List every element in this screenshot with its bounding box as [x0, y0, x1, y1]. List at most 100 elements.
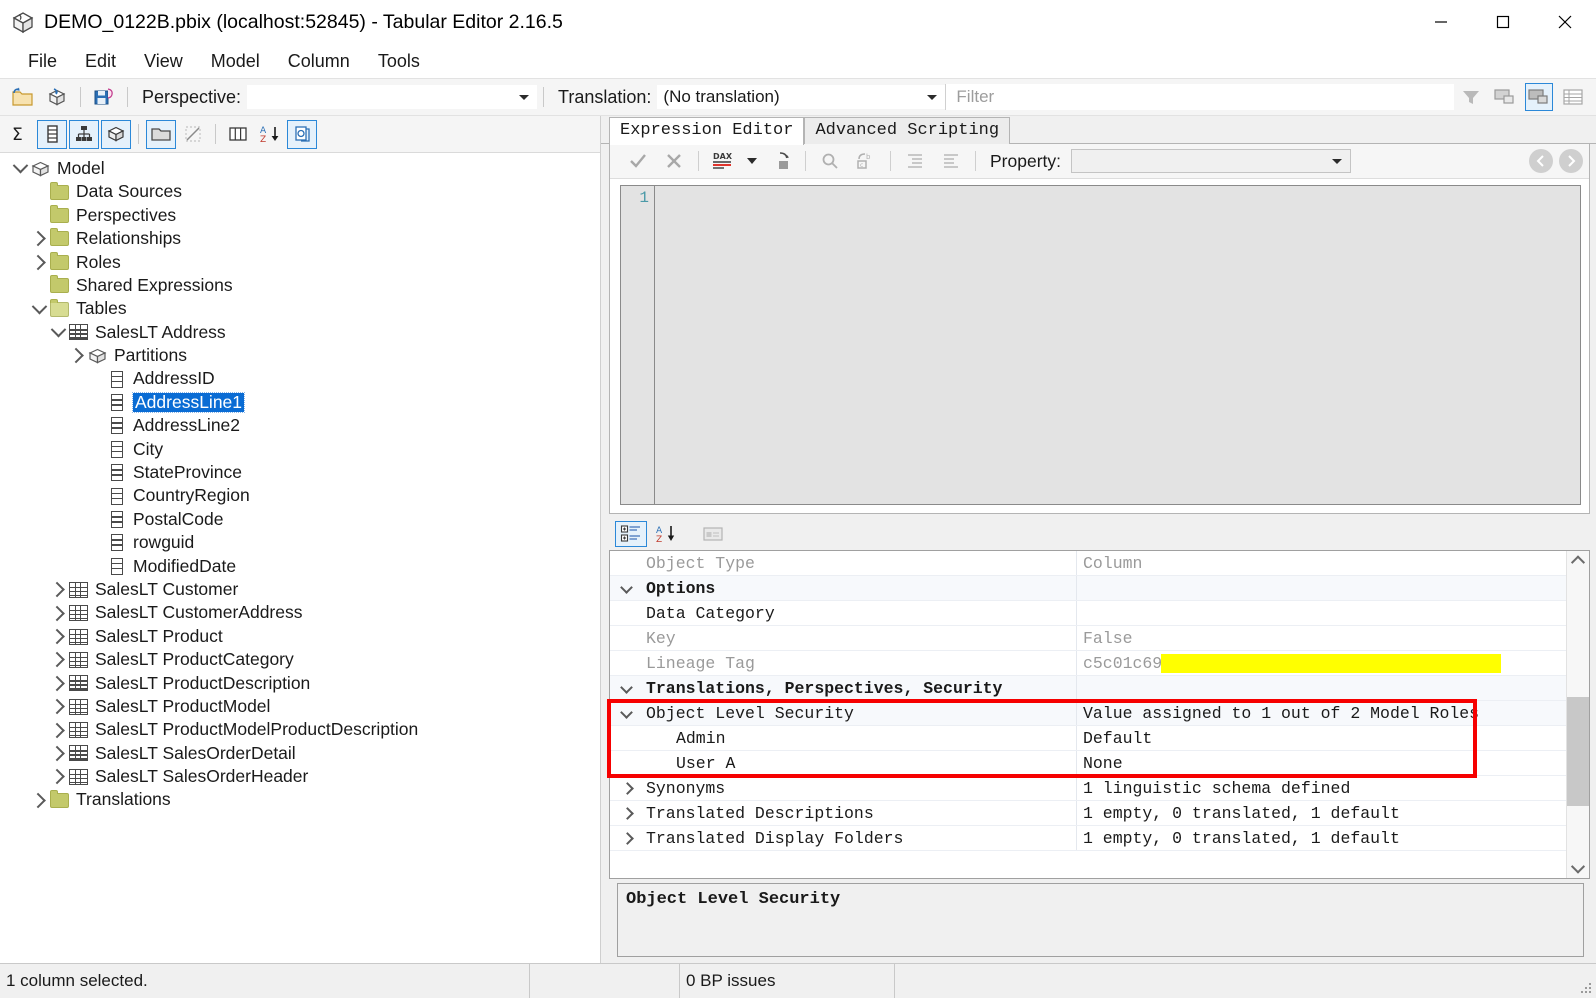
tab-advanced-scripting[interactable]: Advanced Scripting [804, 117, 1011, 144]
tree-node-stateprovince[interactable]: StateProvince [0, 461, 600, 484]
partitions-icon[interactable] [101, 119, 131, 149]
cancel-x-icon[interactable] [659, 148, 689, 174]
close-button[interactable] [1534, 0, 1596, 44]
chevron-right-icon[interactable] [48, 743, 68, 763]
code-text[interactable] [655, 186, 1580, 504]
maximize-button[interactable] [1472, 0, 1534, 44]
nav-forward-icon[interactable] [1559, 149, 1583, 173]
tree-node-saleslt-productcategory[interactable]: SalesLT ProductCategory [0, 648, 600, 671]
menu-file[interactable]: File [14, 48, 71, 75]
menu-edit[interactable]: Edit [71, 48, 130, 75]
property-value[interactable]: 1 linguistic schema defined [1077, 776, 1566, 800]
property-select[interactable] [1071, 149, 1351, 173]
chevron-right-icon[interactable] [48, 767, 68, 787]
chevron-right-icon[interactable] [48, 627, 68, 647]
hidden-objects-icon[interactable] [178, 120, 208, 149]
code-editor[interactable]: 1 [620, 185, 1581, 505]
show-display-folders-icon[interactable] [1525, 83, 1553, 111]
tree-node-translations[interactable]: Translations [0, 789, 600, 812]
chevron-right-icon[interactable] [29, 790, 49, 810]
tree-node-perspectives[interactable]: Perspectives [0, 204, 600, 227]
translation-select[interactable]: (No translation) [657, 85, 946, 109]
display-folders-icon[interactable] [146, 119, 176, 149]
paste-icon[interactable] [766, 148, 796, 174]
chevron-down-icon[interactable] [10, 158, 30, 179]
refresh-model-icon[interactable] [43, 83, 71, 111]
scroll-up-button[interactable] [1567, 551, 1589, 571]
nav-back-icon[interactable] [1529, 149, 1553, 173]
chevron-right-icon[interactable] [48, 720, 68, 740]
status-bp-issues[interactable]: 0 BP issues [680, 964, 895, 998]
menu-view[interactable]: View [130, 48, 197, 75]
property-value[interactable]: None [1077, 751, 1566, 775]
chevron-right-icon[interactable] [610, 826, 642, 850]
property-row[interactable]: Object Level Security Value assigned to 1… [610, 701, 1566, 726]
chevron-right-icon[interactable] [48, 580, 68, 600]
tree-node-modifieddate[interactable]: ModifiedDate [0, 555, 600, 578]
tree-node-city[interactable]: City [0, 438, 600, 461]
indent-increase-icon[interactable] [900, 148, 930, 174]
property-value[interactable]: Value assigned to 1 out of 2 Model Roles [1077, 701, 1566, 725]
tree-node-saleslt-address[interactable]: SalesLT Address [0, 321, 600, 344]
filter-funnel-icon[interactable] [1457, 83, 1485, 111]
property-value[interactable] [1077, 601, 1566, 625]
scroll-down-button[interactable] [1567, 858, 1589, 878]
chevron-down-icon[interactable] [29, 298, 49, 319]
property-value[interactable] [1077, 576, 1566, 600]
menu-model[interactable]: Model [197, 48, 274, 75]
sort-alpha-icon[interactable]: A Z [255, 120, 285, 149]
property-row[interactable]: Translated Descriptions 1 empty, 0 transl… [610, 801, 1566, 826]
property-row[interactable]: Synonyms 1 linguistic schema defined [610, 776, 1566, 801]
tree-node-saleslt-productdescription[interactable]: SalesLT ProductDescription [0, 672, 600, 695]
measures-icon[interactable]: Σ [5, 120, 35, 149]
property-row[interactable]: Translated Display Folders 1 empty, 0 tra… [610, 826, 1566, 851]
tree-node-saleslt-customeraddress[interactable]: SalesLT CustomerAddress [0, 601, 600, 624]
perspectives-icon[interactable] [287, 119, 317, 149]
tree-node-saleslt-product[interactable]: SalesLT Product [0, 625, 600, 648]
categorized-view-icon[interactable] [615, 521, 647, 547]
tree-node-data-sources[interactable]: Data Sources [0, 180, 600, 203]
indent-decrease-icon[interactable] [936, 148, 966, 174]
open-file-icon[interactable] [9, 83, 37, 111]
scrollbar-thumb[interactable] [1567, 697, 1589, 807]
dax-format-icon[interactable]: DAX [708, 148, 738, 174]
chevron-right-icon[interactable] [610, 801, 642, 825]
chevron-right-icon[interactable] [48, 697, 68, 717]
chevron-down-icon[interactable] [610, 576, 642, 600]
hierarchies-icon[interactable] [69, 119, 99, 149]
show-all-columns-icon[interactable] [1559, 83, 1587, 111]
tree-node-saleslt-customer[interactable]: SalesLT Customer [0, 578, 600, 601]
property-value[interactable]: 1 empty, 0 translated, 1 default [1077, 826, 1566, 850]
tree-node-roles[interactable]: Roles [0, 251, 600, 274]
property-row[interactable]: Key False [610, 626, 1566, 651]
property-row[interactable]: User A None [610, 751, 1566, 776]
menu-column[interactable]: Column [274, 48, 364, 75]
tree-node-addressline1[interactable]: AddressLine1 [0, 391, 600, 414]
chevron-down-icon[interactable] [48, 321, 68, 342]
property-row[interactable]: Translations, Perspectives, Security [610, 676, 1566, 701]
save-icon[interactable] [90, 83, 118, 111]
tree-node-partitions[interactable]: Partitions [0, 344, 600, 367]
tree-node-saleslt-productmodelproductdescription[interactable]: SalesLT ProductModelProductDescription [0, 718, 600, 741]
alphabetical-sort-icon[interactable]: A Z [651, 521, 683, 547]
chevron-down-icon[interactable] [610, 701, 642, 725]
find-icon[interactable] [815, 148, 845, 174]
tree-node-tables[interactable]: Tables [0, 297, 600, 320]
replace-icon[interactable]: b c [851, 148, 881, 174]
table-columns-icon[interactable] [223, 120, 253, 149]
chevron-right-icon[interactable] [29, 252, 49, 272]
tree-node-model[interactable]: Model [0, 157, 600, 180]
property-pages-icon[interactable] [697, 521, 729, 547]
property-row[interactable]: Admin Default [610, 726, 1566, 751]
tree-node-saleslt-salesorderdetail[interactable]: SalesLT SalesOrderDetail [0, 742, 600, 765]
tree-node-saleslt-productmodel[interactable]: SalesLT ProductModel [0, 695, 600, 718]
tab-expression-editor[interactable]: Expression Editor [609, 117, 805, 145]
accept-check-icon[interactable] [623, 148, 653, 174]
chevron-right-icon[interactable] [48, 603, 68, 623]
chevron-right-icon[interactable] [48, 673, 68, 693]
filter-input[interactable]: Filter [945, 84, 1454, 110]
property-value[interactable] [1077, 676, 1566, 700]
chevron-right-icon[interactable] [48, 650, 68, 670]
property-value[interactable]: False [1077, 626, 1566, 650]
property-row[interactable]: Data Category [610, 601, 1566, 626]
